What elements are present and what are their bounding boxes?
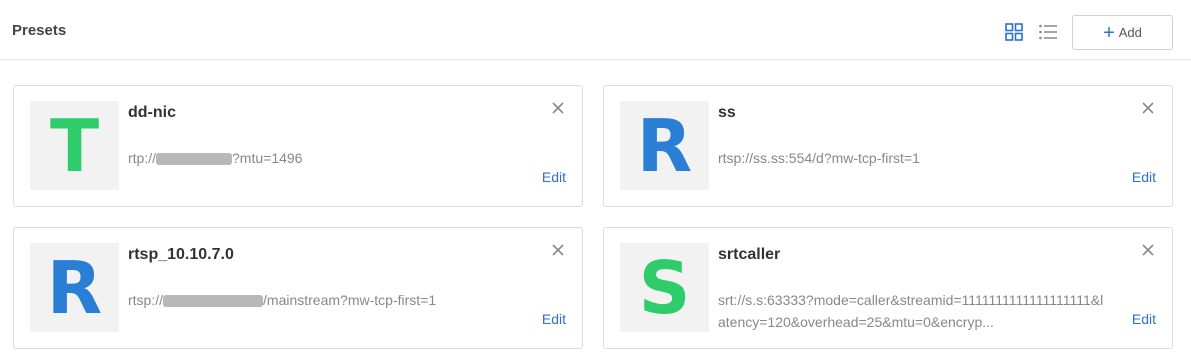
edit-preset-link[interactable]: Edit [1132, 311, 1156, 327]
close-icon [552, 244, 564, 256]
preset-url: rtp:// ?mtu=1496 [128, 147, 518, 169]
preset-avatar: R [30, 243, 119, 332]
preset-url: rtsp://ss.ss:554/d?mw-tcp-first=1 [718, 150, 920, 166]
delete-preset-button[interactable] [550, 100, 566, 116]
add-preset-button[interactable]: + Add [1072, 15, 1173, 50]
preset-name: ss [718, 104, 736, 121]
edit-preset-link[interactable]: Edit [1132, 169, 1156, 185]
preset-name: srtcaller [718, 246, 781, 263]
preset-name: dd-nic [128, 104, 176, 121]
delete-preset-button[interactable] [1140, 100, 1156, 116]
preset-url: srt://s.s:63333?mode=caller&streamid=111… [718, 292, 1104, 330]
preset-name: rtsp_10.10.7.0 [128, 246, 234, 263]
add-button-label: Add [1118, 25, 1142, 40]
redacted-host [163, 295, 264, 308]
preset-url-prefix: rtsp:// [128, 292, 164, 308]
avatar-letter: S [638, 245, 691, 330]
page-header: Presets + Add [0, 0, 1191, 60]
preset-card[interactable]: R ss rtsp://ss.ss:554/d?mw-tcp-first=1 E… [603, 85, 1173, 207]
close-icon [1142, 102, 1154, 114]
preset-url-suffix: ?mtu=1496 [232, 150, 303, 166]
avatar-letter: R [46, 245, 103, 330]
grid-view-icon[interactable] [1004, 22, 1024, 42]
preset-card[interactable]: S srtcaller srt://s.s:63333?mode=caller&… [603, 227, 1173, 349]
plus-icon: + [1103, 21, 1115, 44]
preset-url: rtsp:// /mainstream?mw-tcp-first=1 [128, 289, 518, 311]
close-icon [1142, 244, 1154, 256]
close-icon [552, 102, 564, 114]
preset-avatar: S [620, 243, 709, 332]
preset-avatar: R [620, 101, 709, 190]
preset-card[interactable]: T dd-nic rtp:// ?mtu=1496 Edit [13, 85, 583, 207]
avatar-letter: T [49, 103, 100, 188]
edit-preset-link[interactable]: Edit [542, 311, 566, 327]
redacted-host [156, 153, 233, 166]
list-view-icon[interactable] [1038, 22, 1058, 42]
delete-preset-button[interactable] [1140, 242, 1156, 258]
delete-preset-button[interactable] [550, 242, 566, 258]
avatar-letter: R [636, 103, 693, 188]
preset-url-suffix: /mainstream?mw-tcp-first=1 [263, 292, 437, 308]
page-title: Presets [12, 22, 67, 39]
preset-avatar: T [30, 101, 119, 190]
preset-card[interactable]: R rtsp_10.10.7.0 rtsp:// /mainstream?mw-t… [13, 227, 583, 349]
edit-preset-link[interactable]: Edit [542, 169, 566, 185]
preset-url-prefix: rtp:// [128, 150, 157, 166]
